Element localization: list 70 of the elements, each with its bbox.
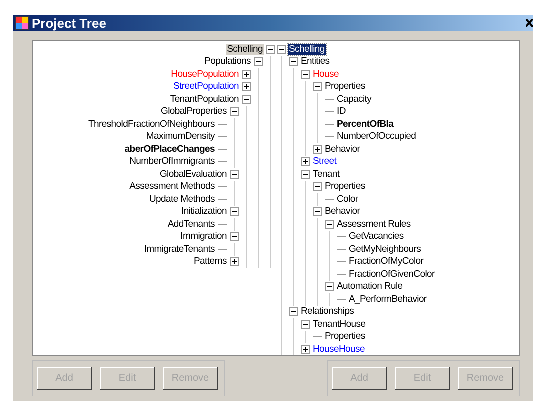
collapse-icon[interactable]	[289, 57, 298, 66]
tree-node-label[interactable]: Capacity	[336, 94, 373, 105]
tree-node-label[interactable]: Populations	[204, 56, 252, 68]
expand-icon[interactable]	[242, 70, 251, 79]
tree-node-label[interactable]: AddTenants	[166, 218, 216, 230]
tree-node-label[interactable]: Entities	[300, 56, 331, 68]
tree-node-label[interactable]: GlobalEvaluation	[158, 168, 228, 180]
tree-node-label[interactable]: TenantHouse	[312, 318, 367, 330]
collapse-icon[interactable]	[230, 232, 239, 242]
tree-node-label[interactable]: MaximumDensity	[145, 131, 216, 142]
tree-node-label[interactable]: Properties	[324, 331, 366, 342]
tree-node-label[interactable]: A_PerformBehavior	[348, 294, 428, 305]
tree-node-label[interactable]: Immigration	[180, 231, 228, 242]
tree-node-label[interactable]: Street	[312, 156, 338, 168]
collapse-icon[interactable]	[301, 170, 310, 179]
collapse-icon[interactable]	[313, 82, 322, 92]
tree-node-label[interactable]: PercentOfBla	[336, 118, 395, 130]
collapse-icon[interactable]	[230, 170, 239, 179]
tree-node-label[interactable]: Properties	[324, 81, 366, 92]
collapse-icon[interactable]	[313, 182, 322, 192]
tree-node-label[interactable]: ID	[336, 106, 347, 118]
tree-node-label[interactable]: Schelling	[288, 44, 326, 55]
close-icon[interactable]	[526, 19, 533, 27]
tree-node-label[interactable]: Color	[336, 194, 360, 205]
expand-icon[interactable]	[313, 144, 322, 154]
tree-node-label[interactable]: House	[312, 68, 340, 80]
tree-node-label[interactable]: FractionOfMyColor	[348, 256, 425, 268]
tree-node-label[interactable]: Patterns	[193, 256, 228, 268]
tree-node-label[interactable]: ThresholdFractionOfNeighbours	[88, 118, 216, 130]
tree-node-label[interactable]: StreetPopulation	[172, 81, 240, 92]
tree-node-label[interactable]: GlobalProperties	[160, 106, 228, 118]
collapse-icon[interactable]	[266, 44, 275, 54]
collapse-icon[interactable]	[301, 320, 310, 329]
expand-icon[interactable]	[301, 344, 310, 354]
tree-node-label[interactable]: Update Methods	[148, 194, 216, 205]
collapse-icon[interactable]	[313, 207, 322, 216]
expand-icon[interactable]	[230, 257, 239, 266]
tree-node-label[interactable]: NumberOfImmigrants	[128, 156, 216, 168]
window-title: Project Tree	[32, 16, 106, 30]
tree-node-label[interactable]: GetMyNeighbours	[348, 244, 422, 255]
collapse-icon[interactable]	[230, 207, 239, 216]
tree-node-label[interactable]: Behavior	[324, 206, 362, 218]
collapse-icon[interactable]	[230, 107, 239, 116]
tree-node-label[interactable]: NumberOfOccupied	[336, 131, 418, 142]
collapse-icon[interactable]	[325, 220, 334, 229]
tree-node-label[interactable]: FractionOfGivenColor	[348, 268, 436, 280]
tree-node-label[interactable]: Automation Rule	[336, 281, 404, 292]
collapse-icon[interactable]	[325, 282, 334, 292]
tree-node-label[interactable]: Schelling	[226, 44, 264, 55]
tree-node-label[interactable]: Properties	[324, 181, 366, 192]
tree-node-label[interactable]: HousePopulation	[170, 68, 240, 80]
tree-node-label[interactable]: aberOfPlaceChanges	[124, 144, 216, 155]
tree-node-label[interactable]: ImmigrateTenants	[143, 244, 216, 255]
collapse-icon[interactable]	[301, 70, 310, 79]
tree-node-label[interactable]: GetVacancies	[348, 231, 405, 242]
expand-icon[interactable]	[301, 157, 310, 166]
tree-node-label[interactable]: TenantPopulation	[169, 94, 240, 105]
collapse-icon[interactable]	[254, 57, 263, 66]
tree-node-label[interactable]: Tenant	[312, 168, 341, 180]
tree-node-label[interactable]: Assessment Methods	[128, 181, 216, 192]
collapse-icon[interactable]	[242, 94, 251, 104]
expand-icon[interactable]	[242, 82, 251, 92]
collapse-icon[interactable]	[277, 44, 286, 54]
app-icon	[15, 16, 29, 30]
tree-node-label[interactable]: Relationships	[300, 306, 356, 318]
tree-node-label[interactable]: HouseHouse	[312, 344, 366, 355]
tree-node-label[interactable]: Initialization	[180, 206, 228, 218]
tree-node-label[interactable]: Assessment Rules	[336, 218, 412, 230]
tree-node-label[interactable]: Behavior	[324, 144, 362, 155]
collapse-icon[interactable]	[289, 307, 298, 316]
